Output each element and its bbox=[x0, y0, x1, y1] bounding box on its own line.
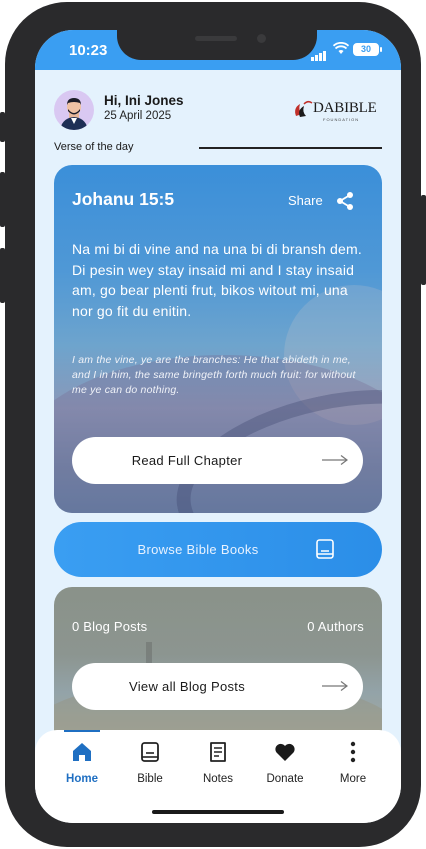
status-time: 10:23 bbox=[69, 42, 108, 59]
tab-label: Notes bbox=[202, 773, 234, 785]
user-greeting: Hi, Ini Jones bbox=[104, 93, 184, 108]
active-tab-indicator bbox=[64, 730, 100, 732]
home-icon bbox=[73, 743, 91, 761]
power-button bbox=[421, 195, 426, 285]
tab-label: Home bbox=[66, 773, 98, 785]
heart-icon bbox=[275, 743, 295, 761]
home-indicator[interactable] bbox=[152, 810, 284, 814]
app-screen: 10:23 30 Hi, Ini Jones 25 April 2025 DAB… bbox=[35, 30, 401, 823]
verse-english-text: I am the vine, ye are the branches: He t… bbox=[72, 354, 356, 396]
verse-pidgin-text: Na mi bi di vine and na una bi di bransh… bbox=[72, 241, 362, 319]
tab-home[interactable]: Home bbox=[52, 738, 112, 785]
notch bbox=[117, 30, 317, 60]
speaker bbox=[195, 36, 237, 41]
section-divider bbox=[199, 147, 382, 149]
more-vertical-icon bbox=[350, 741, 356, 763]
blog-card: 0 Blog Posts 0 Authors View all Blog Pos… bbox=[54, 587, 382, 737]
verse-reference: Johanu 15:5 bbox=[72, 189, 175, 209]
share-icon[interactable] bbox=[335, 191, 355, 216]
logo-text: DABIBLE bbox=[313, 100, 377, 116]
signal-icon bbox=[311, 43, 327, 61]
wifi-icon bbox=[332, 41, 350, 60]
tab-notes[interactable]: Notes bbox=[188, 738, 248, 785]
read-full-chapter-button[interactable]: Read Full Chapter bbox=[72, 437, 363, 484]
read-full-chapter-label: Read Full Chapter bbox=[131, 453, 243, 468]
phone-frame: 10:23 30 Hi, Ini Jones 25 April 2025 DAB… bbox=[5, 2, 421, 847]
blog-posts-count: 0 Blog Posts bbox=[72, 619, 148, 634]
avatar[interactable] bbox=[54, 90, 94, 130]
tab-label: More bbox=[339, 773, 367, 785]
tab-donate[interactable]: Donate bbox=[255, 738, 315, 785]
current-date: 25 April 2025 bbox=[104, 110, 172, 122]
browse-bible-books-label: Browse Bible Books bbox=[137, 542, 259, 557]
view-all-blog-posts-label: View all Blog Posts bbox=[128, 679, 246, 694]
tab-label: Bible bbox=[137, 773, 163, 785]
arrow-right-icon bbox=[322, 681, 348, 691]
arrow-right-icon bbox=[322, 455, 348, 465]
notes-icon bbox=[210, 742, 226, 762]
verse-card: Johanu 15:5 Share Na mi bi di vine and n… bbox=[54, 165, 382, 513]
status-bar: 10:23 30 bbox=[35, 30, 401, 70]
logo-subtext: FOUNDATION bbox=[323, 117, 360, 122]
tab-bible[interactable]: Bible bbox=[120, 738, 180, 785]
blog-authors-count: 0 Authors bbox=[307, 619, 364, 634]
battery-icon: 30 bbox=[353, 43, 382, 56]
dabible-logo: DABIBLE FOUNDATION bbox=[291, 98, 377, 124]
browse-bible-books-button[interactable]: Browse Bible Books bbox=[54, 522, 382, 577]
tab-label: Donate bbox=[266, 773, 304, 785]
bible-icon bbox=[141, 742, 159, 762]
logo-mark-icon bbox=[295, 100, 313, 117]
view-all-blog-posts-button[interactable]: View all Blog Posts bbox=[72, 663, 363, 710]
book-icon bbox=[316, 539, 334, 559]
tab-more[interactable]: More bbox=[323, 738, 383, 785]
verse-of-day-title: Verse of the day bbox=[54, 141, 134, 153]
share-button[interactable]: Share bbox=[288, 193, 323, 208]
camera bbox=[257, 34, 266, 43]
